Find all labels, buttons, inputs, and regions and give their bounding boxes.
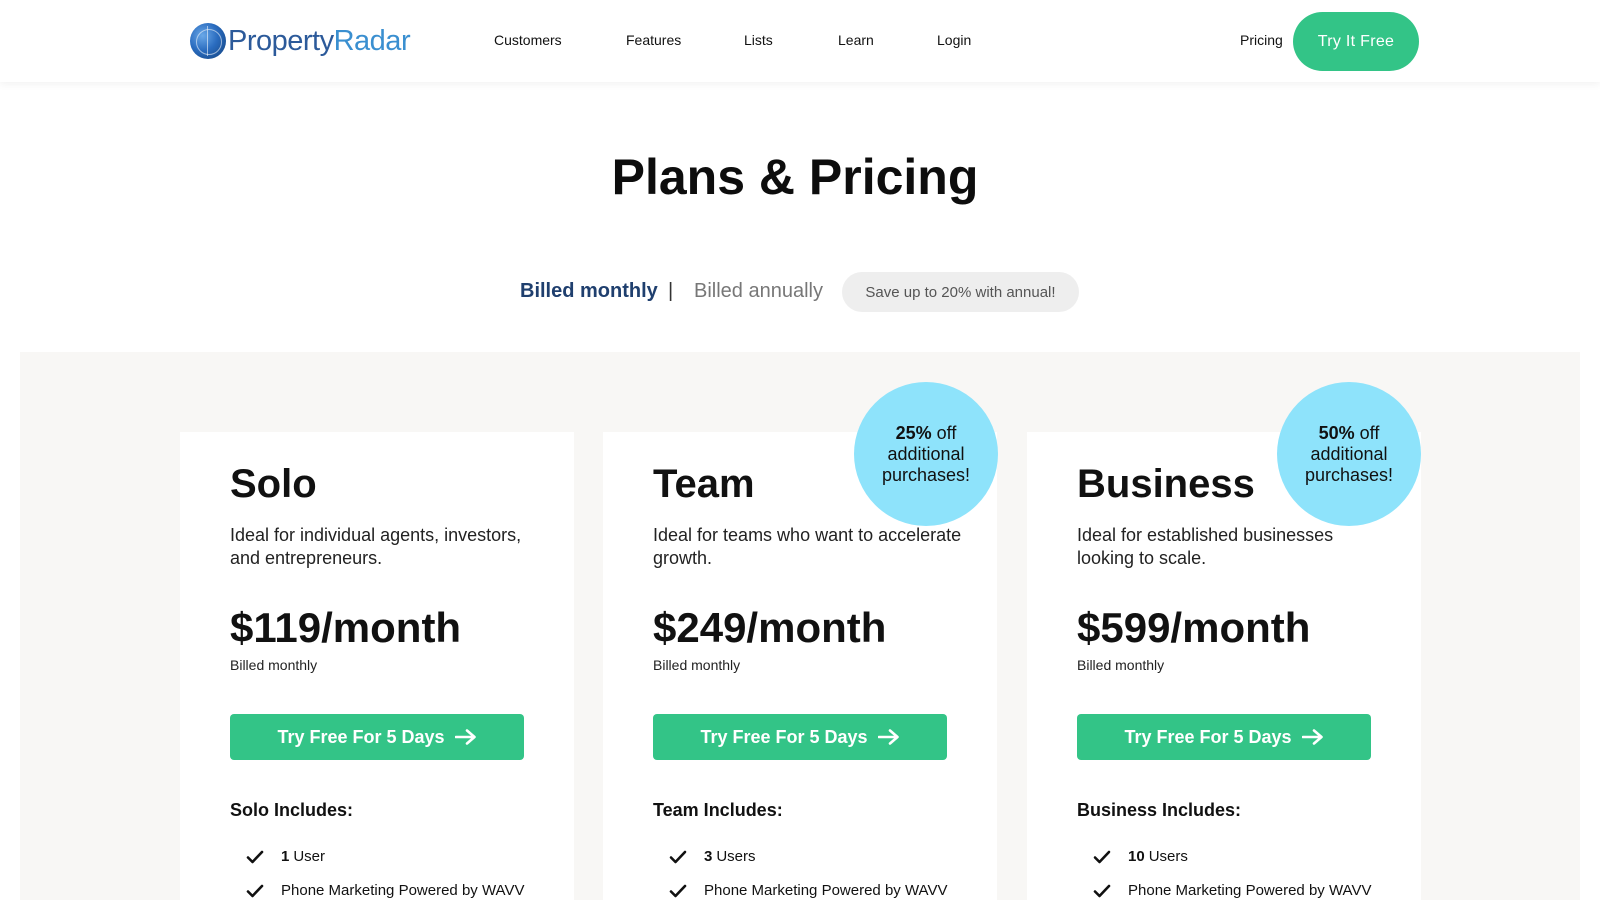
- plan-card-solo: Solo Ideal for individual agents, invest…: [180, 432, 574, 900]
- logo-text-property: Property: [228, 24, 334, 57]
- plan-name: Solo: [230, 462, 317, 506]
- nav-lists[interactable]: Lists: [744, 32, 773, 48]
- billed-monthly-option[interactable]: Billed monthly: [520, 280, 658, 303]
- feature-count: 1: [281, 848, 290, 865]
- discount-badge-business: 50% off additional purchases!: [1277, 382, 1421, 526]
- nav-pricing[interactable]: Pricing: [1240, 32, 1283, 48]
- nav-login[interactable]: Login: [937, 32, 971, 48]
- plan-price: $119/month: [230, 604, 462, 651]
- plan-name: Business: [1077, 462, 1255, 506]
- plan-price: $599/month: [1077, 604, 1311, 651]
- try-free-5-days-button[interactable]: Try Free For 5 Days: [653, 714, 947, 760]
- checkmark-icon: [1093, 850, 1111, 863]
- feature-item: 1 User: [246, 848, 325, 865]
- arrow-right-icon: [454, 729, 476, 745]
- plan-price: $249/month: [653, 604, 887, 651]
- feature-item: Phone Marketing Powered by WAVV: [1093, 882, 1371, 899]
- plan-billing-note: Billed monthly: [653, 657, 741, 673]
- plan-includes-heading: Solo Includes:: [230, 800, 354, 820]
- checkmark-icon: [669, 884, 687, 897]
- plan-billing-note: Billed monthly: [1077, 657, 1165, 673]
- feature-text: Phone Marketing Powered by WAVV: [281, 882, 525, 899]
- feature-text: User: [293, 848, 326, 865]
- discount-badge-team: 25% off additional purchases!: [854, 382, 998, 526]
- discount-line-1: 25% off: [896, 423, 957, 444]
- discount-off: off: [936, 422, 957, 443]
- feature-count: 3: [704, 848, 713, 865]
- billed-annually-option[interactable]: Billed annually: [694, 280, 823, 303]
- cta-label: Try Free For 5 Days: [700, 726, 868, 747]
- cta-label: Try Free For 5 Days: [277, 726, 445, 747]
- checkmark-icon: [246, 850, 264, 863]
- checkmark-icon: [246, 884, 264, 897]
- discount-line-1: 50% off: [1319, 423, 1380, 444]
- discount-percent: 25%: [895, 422, 932, 443]
- discount-percent: 50%: [1318, 422, 1355, 443]
- site-header: PropertyRadar Customers Features Lists L…: [0, 0, 1600, 82]
- discount-line-2: additional: [887, 443, 965, 464]
- arrow-right-icon: [1301, 729, 1323, 745]
- nav-customers[interactable]: Customers: [494, 32, 562, 48]
- plan-description: Ideal for individual agents, investors, …: [230, 525, 522, 568]
- feature-text: Users: [716, 848, 756, 865]
- feature-item: 3 Users: [669, 848, 756, 865]
- logo-text-radar: Radar: [333, 24, 411, 57]
- plan-includes-heading: Team Includes:: [653, 800, 783, 820]
- propertyradar-logo[interactable]: PropertyRadar: [190, 22, 411, 60]
- arrow-right-icon: [877, 729, 899, 745]
- checkmark-icon: [1093, 884, 1111, 897]
- checkmark-icon: [669, 850, 687, 863]
- plan-billing-note: Billed monthly: [230, 657, 318, 673]
- try-free-5-days-button[interactable]: Try Free For 5 Days: [1077, 714, 1371, 760]
- try-free-5-days-button[interactable]: Try Free For 5 Days: [230, 714, 524, 760]
- cta-label: Try Free For 5 Days: [1124, 726, 1292, 747]
- page-title: Plans & Pricing: [611, 149, 979, 205]
- try-it-free-button[interactable]: Try It Free: [1293, 12, 1419, 71]
- logo-wordmark: PropertyRadar: [228, 24, 411, 58]
- billing-separator: |: [668, 280, 674, 302]
- feature-item: Phone Marketing Powered by WAVV: [669, 882, 947, 899]
- plan-name: Team: [653, 462, 755, 506]
- feature-text: Users: [1148, 848, 1188, 865]
- discount-line-3: purchases!: [1304, 464, 1394, 485]
- globe-icon: [190, 23, 226, 59]
- save-annual-badge: Save up to 20% with annual!: [842, 272, 1079, 312]
- feature-count: 10: [1128, 848, 1145, 865]
- nav-features[interactable]: Features: [626, 32, 681, 48]
- plan-includes-heading: Business Includes:: [1077, 800, 1242, 820]
- discount-line-2: additional: [1310, 443, 1388, 464]
- feature-text: Phone Marketing Powered by WAVV: [704, 882, 948, 899]
- discount-line-3: purchases!: [881, 464, 971, 485]
- discount-off: off: [1359, 422, 1380, 443]
- feature-item: 10 Users: [1093, 848, 1188, 865]
- plan-description: Ideal for established businesses looking…: [1077, 525, 1334, 568]
- billing-toggle: Billed monthly | Billed annually Save up…: [0, 272, 1600, 312]
- nav-learn[interactable]: Learn: [838, 32, 874, 48]
- feature-item: Phone Marketing Powered by WAVV: [246, 882, 524, 899]
- feature-text: Phone Marketing Powered by WAVV: [1128, 882, 1372, 899]
- plan-description: Ideal for teams who want to accelerate g…: [653, 525, 962, 568]
